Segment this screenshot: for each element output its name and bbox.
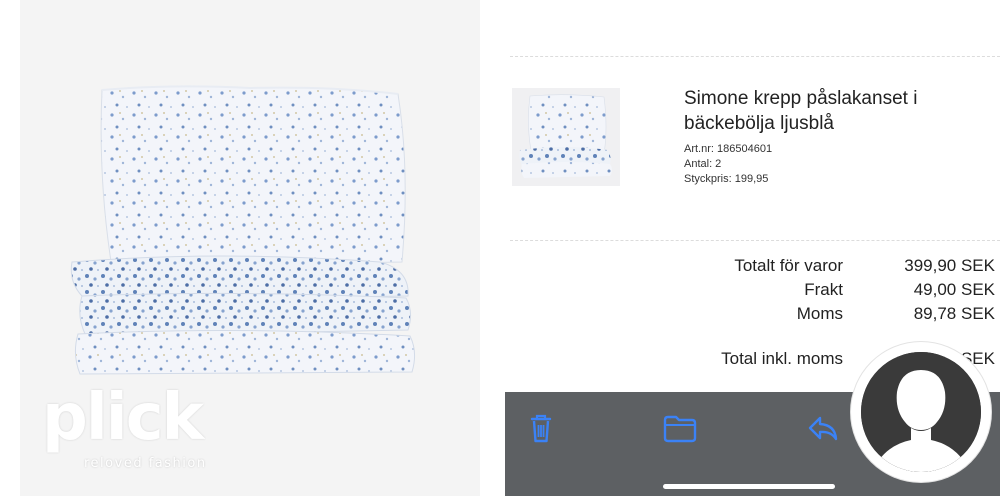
quantity: Antal: 2 [684,158,722,170]
divider [510,240,1000,241]
totals-row-goods: Totalt för varor 399,90 SEK [500,256,1000,280]
plick-watermark: plick reloved fashion [42,386,212,478]
grand-total-label: Total inkl. moms [721,349,843,368]
totals-label: Frakt [804,280,843,299]
product-thumbnail [512,88,620,186]
trash-icon[interactable] [523,410,559,446]
totals-row-shipping: Frakt 49,00 SEK [500,280,1000,304]
reply-icon[interactable] [805,410,841,446]
plick-brand: plick [42,381,204,455]
avatar[interactable] [851,342,991,482]
totals-label: Totalt för varor [734,256,843,275]
totals-value: 399,90 SEK [904,256,995,275]
totals-value: 89,78 SEK [913,304,995,323]
product-thumbnail-image [512,88,620,186]
product-title: Simone krepp påslakanset i bäckebölja lj… [684,88,918,134]
article-number: Art.nr: 186504601 [684,143,773,155]
totals-value: 49,00 SEK [913,280,995,299]
product-photo: plick reloved fashion [20,0,480,496]
plick-tagline: reloved fashion [84,456,207,471]
home-indicator [663,484,835,489]
totals-row-vat: Moms 89,78 SEK [500,304,1000,328]
folder-icon[interactable] [661,410,697,446]
default-avatar-icon [861,352,981,472]
unit-price: Styckpris: 199,95 [684,173,769,185]
totals-label: Moms [796,304,843,323]
divider [510,56,1000,57]
product-meta: Art.nr: 186504601 Antal: 2 Styckpris: 19… [684,142,772,187]
